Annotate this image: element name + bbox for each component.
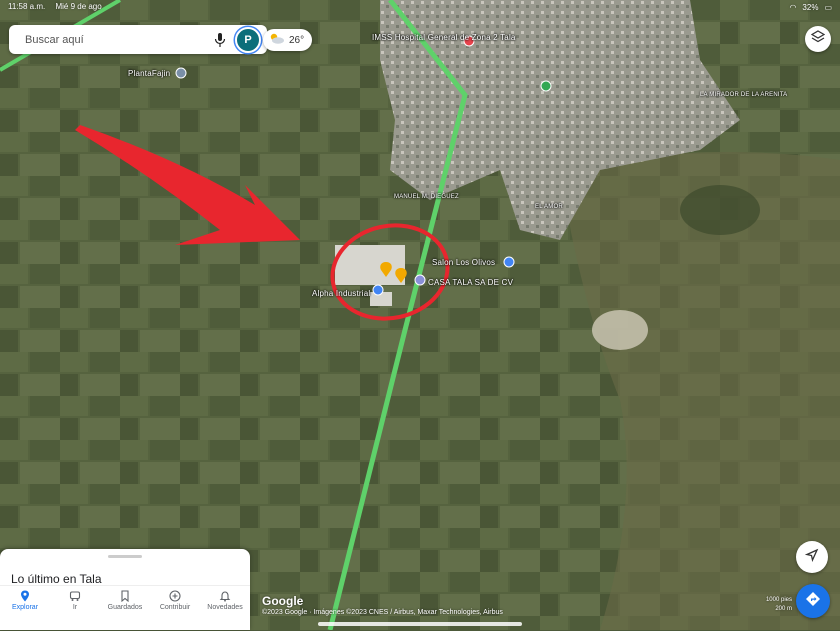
sheet-title: Lo último en Tala <box>11 572 102 586</box>
tab-novedades[interactable]: Novedades <box>200 586 250 631</box>
layers-icon <box>810 29 826 49</box>
tab-guardados[interactable]: Guardados <box>100 586 150 631</box>
bell-icon <box>219 591 231 602</box>
pin-icon <box>21 590 29 602</box>
wifi-icon: ◠ <box>789 2 797 12</box>
bottom-nav: Explorar Ir Guardados Contribuir Novedad… <box>0 585 250 631</box>
status-bar: 11:58 a.m. Mié 9 de ago ◠ 32% ▭ <box>0 0 840 14</box>
tab-ir[interactable]: Ir <box>50 586 100 631</box>
my-location-button[interactable] <box>796 541 828 573</box>
map-label-plantafajin[interactable]: PlantaFajin <box>128 69 170 78</box>
map-label-manuel: MANUEL M. DIEGUEZ <box>394 194 459 200</box>
commute-icon <box>69 591 81 601</box>
battery-label: 32% <box>802 2 819 12</box>
sheet-drag-handle[interactable] <box>108 555 142 558</box>
map-label-elamor: EL AMOR <box>535 204 563 210</box>
tab-label: Ir <box>72 604 78 611</box>
map-label-olivos[interactable]: Salon Los Olivos <box>432 258 495 267</box>
tab-explorar[interactable]: Explorar <box>0 586 50 631</box>
directions-button[interactable] <box>796 584 830 618</box>
scale-bottom: 200 m <box>775 606 792 612</box>
scale-bar: 1000 pies 200 m <box>766 596 792 614</box>
navigation-arrow-icon <box>804 548 819 567</box>
map-label-imss[interactable]: IMSS Hospital General de Zona 2 Tala <box>372 33 516 42</box>
partly-cloudy-icon <box>269 33 285 47</box>
map-label-mirador: LA MIRADOR DE LA ARENITA <box>700 92 788 98</box>
directions-icon <box>805 591 821 612</box>
status-date: Mié 9 de ago <box>55 2 102 11</box>
map-label-casa-tala[interactable]: CASA TALA SA DE CV <box>428 278 513 287</box>
battery-icon: ▭ <box>824 2 832 12</box>
scale-top: 1000 pies <box>765 597 792 603</box>
weather-chip[interactable]: 26° <box>263 29 313 51</box>
search-bar[interactable]: P <box>9 25 267 54</box>
microphone-icon[interactable] <box>211 31 229 49</box>
tab-label: Guardados <box>107 604 143 611</box>
search-input[interactable] <box>23 32 211 47</box>
add-circle-icon <box>169 590 181 602</box>
tab-label: Novedades <box>207 604 243 611</box>
copyright-text[interactable]: ©2023 Google · Imágenes ©2023 CNES / Air… <box>262 609 503 616</box>
google-logo: Google <box>262 594 304 608</box>
tab-contribuir[interactable]: Contribuir <box>150 586 200 631</box>
tab-label: Contribuir <box>159 604 191 611</box>
bookmark-icon <box>121 590 129 602</box>
profile-avatar[interactable]: P <box>235 26 261 53</box>
status-time: 11:58 a.m. <box>8 2 46 11</box>
tab-label: Explorar <box>11 604 39 611</box>
bottom-sheet[interactable]: Lo último en Tala Explorar Ir Guardados … <box>0 549 250 630</box>
map-label-alpha[interactable]: Alpha Industrial <box>312 289 370 298</box>
weather-temp: 26° <box>289 34 305 46</box>
layers-button[interactable] <box>805 26 831 52</box>
home-indicator[interactable] <box>318 622 522 626</box>
